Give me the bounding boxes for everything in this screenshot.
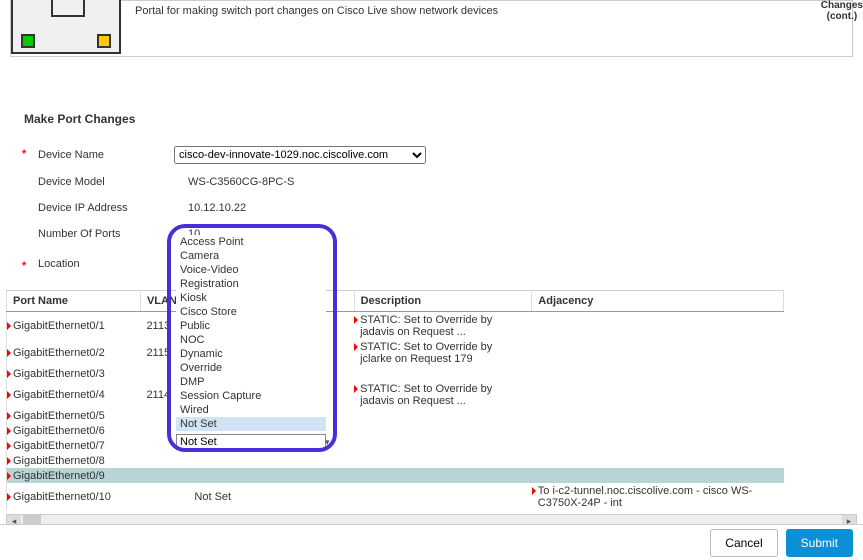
led-green-icon	[21, 34, 35, 48]
role-option[interactable]: DMP	[176, 375, 326, 389]
cancel-button[interactable]: Cancel	[710, 529, 777, 557]
table-row[interactable]: GigabitEthernet0/9	[7, 468, 784, 483]
role-option[interactable]: Dynamic	[176, 347, 326, 361]
col-description[interactable]: Description	[354, 291, 532, 312]
table-row[interactable]: GigabitEthernet0/8	[7, 453, 784, 468]
role-option[interactable]: Session Capture	[176, 389, 326, 403]
page-continuation-label: Changes (cont.)	[821, 0, 863, 22]
port-icon	[11, 0, 121, 54]
field-device-name: Device Name cisco-dev-innovate-1029.noc.…	[24, 146, 426, 164]
role-option[interactable]: Registration	[176, 277, 326, 291]
role-option[interactable]: Access Point	[176, 235, 326, 249]
field-device-ip: Device IP Address 10.12.10.22	[24, 202, 246, 214]
role-option[interactable]: Wired	[176, 403, 326, 417]
table-row[interactable]: GigabitEthernet0/12113STATIC: Set to Ove…	[7, 312, 784, 340]
role-dropdown-list[interactable]: Access PointCameraVoice-VideoRegistratio…	[176, 235, 326, 431]
submit-button[interactable]: Submit	[786, 529, 853, 557]
footer: Cancel Submit	[0, 524, 863, 560]
table-row[interactable]: GigabitEthernet0/22115STATIC: Set to Ove…	[7, 339, 784, 366]
banner: Portal for making switch port changes on…	[10, 0, 853, 57]
ports-table: Port Name VLAN Description Adjacency Gig…	[6, 290, 784, 510]
role-option[interactable]: Override	[176, 361, 326, 375]
table-row[interactable]: GigabitEthernet0/10Not SetTo i-c2-tunnel…	[7, 483, 784, 510]
table-row[interactable]: GigabitEthernet0/5	[7, 408, 784, 423]
role-option[interactable]: Public	[176, 319, 326, 333]
banner-description: Portal for making switch port changes on…	[129, 1, 504, 21]
role-combo[interactable]: ▾	[176, 434, 326, 450]
field-device-model: Device Model WS-C3560CG-8PC-S	[24, 176, 294, 188]
device-name-select[interactable]: cisco-dev-innovate-1029.noc.ciscolive.co…	[174, 146, 426, 164]
table-row[interactable]: GigabitEthernet0/3	[7, 366, 784, 381]
role-combo-input[interactable]	[177, 436, 325, 448]
section-title: Make Port Changes	[24, 112, 135, 126]
role-option[interactable]: Cisco Store	[176, 305, 326, 319]
table-row[interactable]: GigabitEthernet0/6	[7, 423, 784, 438]
col-port-name[interactable]: Port Name	[7, 291, 141, 312]
role-option[interactable]: Camera	[176, 249, 326, 263]
col-adjacency[interactable]: Adjacency	[532, 291, 784, 312]
chevron-down-icon[interactable]: ▾	[325, 435, 330, 449]
role-option[interactable]: Voice-Video	[176, 263, 326, 277]
led-yellow-icon	[97, 34, 111, 48]
role-option[interactable]: Kiosk	[176, 291, 326, 305]
table-row[interactable]: GigabitEthernet0/7	[7, 438, 784, 453]
role-option[interactable]: NOC	[176, 333, 326, 347]
role-option[interactable]: Not Set	[176, 417, 326, 431]
field-number-of-ports: Number Of Ports 10	[24, 228, 200, 240]
table-row[interactable]: GigabitEthernet0/42114STATIC: Set to Ove…	[7, 381, 784, 408]
